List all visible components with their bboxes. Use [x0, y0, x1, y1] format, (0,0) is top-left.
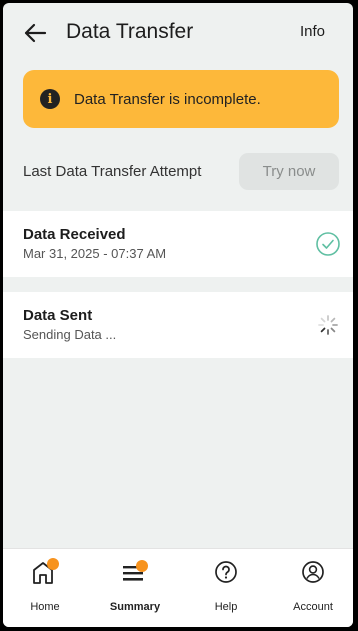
last-attempt-label: Last Data Transfer Attempt — [23, 163, 202, 180]
try-now-button[interactable]: Try now — [239, 153, 339, 190]
info-icon: i — [40, 89, 60, 109]
info-link[interactable]: Info — [300, 23, 325, 40]
nav-label: Account — [293, 601, 333, 613]
nav-item-account[interactable]: Account — [273, 549, 353, 627]
help-icon — [215, 561, 237, 583]
spinner-icon — [318, 315, 338, 335]
home-icon — [33, 558, 59, 584]
app-screen: Data Transfer Info i Data Transfer is in… — [3, 3, 353, 627]
arrow-left-icon — [24, 23, 47, 43]
item-subtitle: Mar 31, 2025 - 07:37 AM — [23, 246, 167, 261]
account-icon — [302, 561, 324, 583]
back-button[interactable] — [19, 17, 51, 49]
nav-label: Summary — [109, 601, 161, 613]
nav-label: Help — [214, 601, 238, 613]
item-subtitle: Sending Data ... — [23, 327, 117, 342]
nav-item-summary[interactable]: Summary — [95, 549, 175, 627]
list-item-data-sent: Data Sent Sending Data ... — [3, 292, 353, 358]
check-circle-icon — [316, 232, 340, 256]
nav-item-help[interactable]: Help — [186, 549, 266, 627]
nav-label: Home — [30, 601, 60, 613]
list-item-data-received: Data Received Mar 31, 2025 - 07:37 AM — [3, 211, 353, 277]
header: Data Transfer Info — [3, 3, 353, 63]
bottom-nav: Home Summary Help Account — [3, 548, 353, 627]
banner-message: Data Transfer is incomplete. — [74, 90, 261, 108]
item-title: Data Sent — [23, 307, 93, 324]
nav-item-home[interactable]: Home — [5, 549, 85, 627]
item-title: Data Received — [23, 226, 126, 243]
incomplete-banner: i Data Transfer is incomplete. — [23, 70, 339, 128]
page-title: Data Transfer — [66, 20, 194, 43]
summary-icon — [123, 560, 148, 581]
